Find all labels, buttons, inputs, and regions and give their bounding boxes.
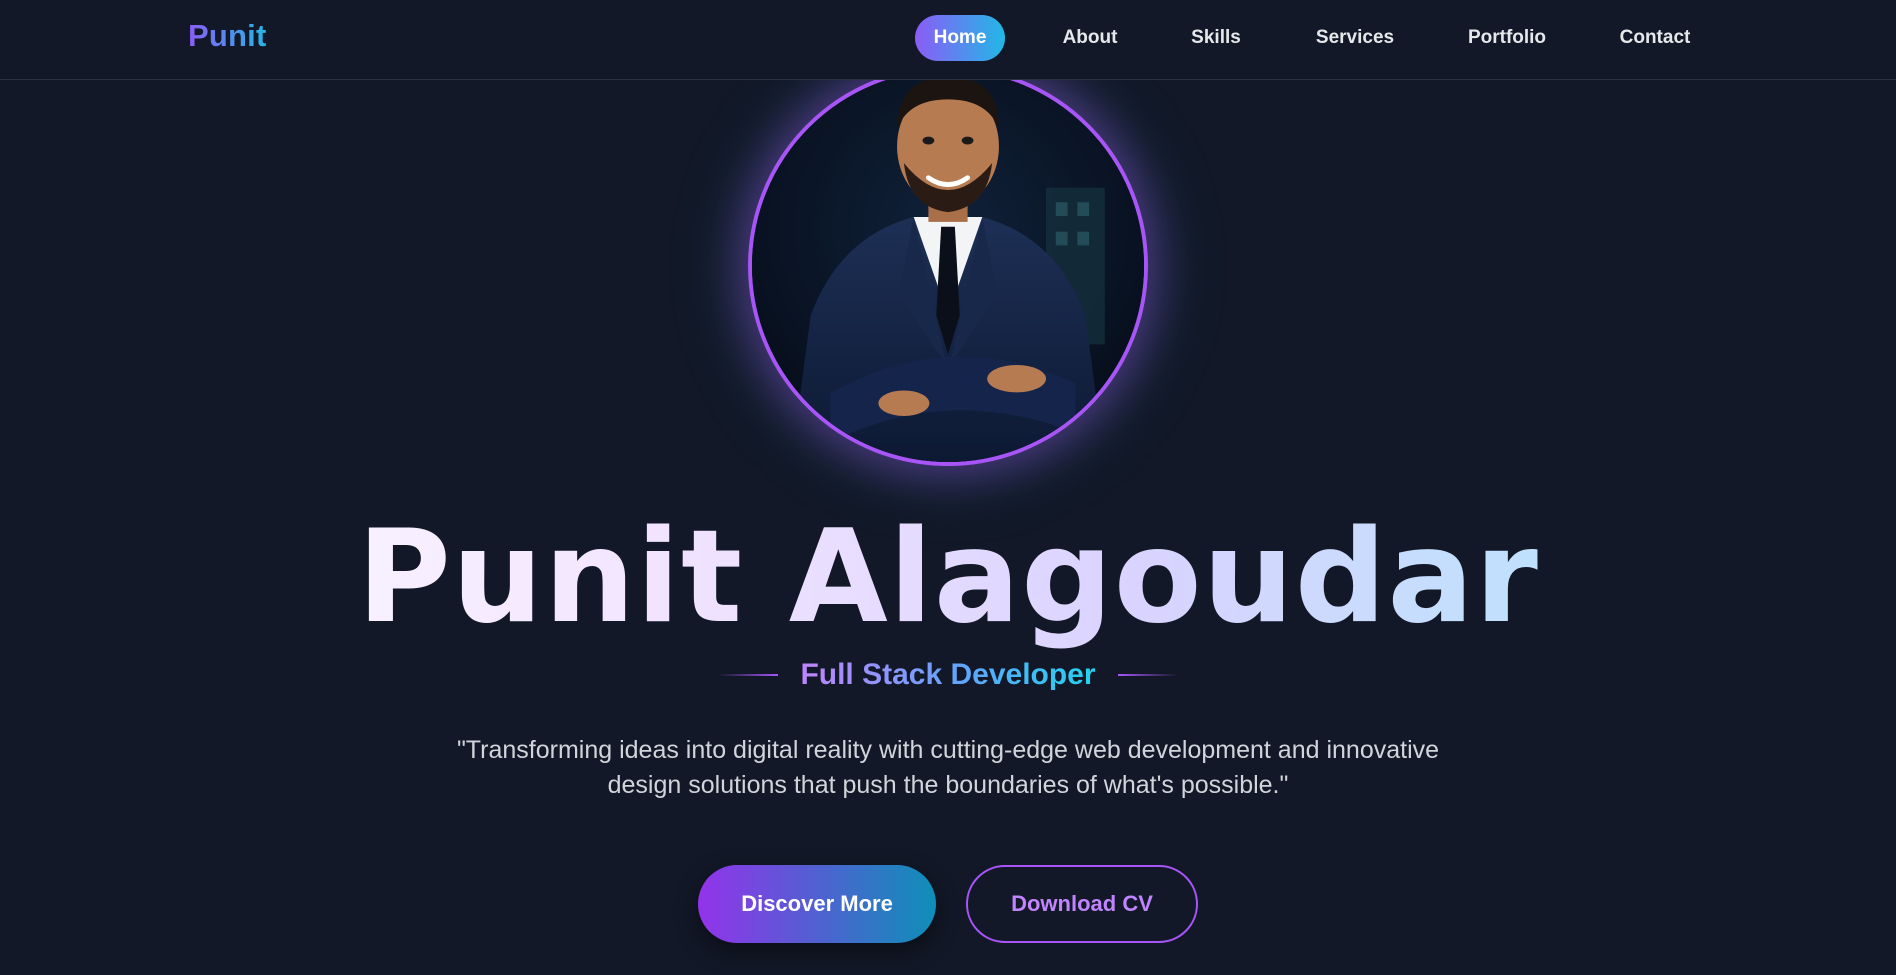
nav-about[interactable]: About xyxy=(1050,15,1130,61)
download-cv-button[interactable]: Download CV xyxy=(966,865,1198,943)
role-title: Full Stack Developer xyxy=(800,658,1096,691)
role-divider-right xyxy=(1117,674,1178,676)
hero-name: Punit Alagoudar xyxy=(0,507,1896,649)
nav-links: Home About Skills Services Portfolio Con… xyxy=(0,15,1896,61)
navbar: Punit Home About Skills Services Portfol… xyxy=(0,0,1896,80)
profile-photo xyxy=(748,66,1148,466)
role-divider-left xyxy=(718,674,779,676)
nav-contact[interactable]: Contact xyxy=(1614,15,1696,61)
nav-home[interactable]: Home xyxy=(915,15,1005,61)
role-row: Full Stack Developer xyxy=(0,655,1896,695)
hero-quote: "Transforming ideas into digital reality… xyxy=(456,736,1440,799)
discover-more-button[interactable]: Discover More xyxy=(698,865,936,943)
nav-services[interactable]: Services xyxy=(1310,15,1400,61)
nav-portfolio[interactable]: Portfolio xyxy=(1465,15,1549,61)
nav-skills[interactable]: Skills xyxy=(1180,15,1252,61)
